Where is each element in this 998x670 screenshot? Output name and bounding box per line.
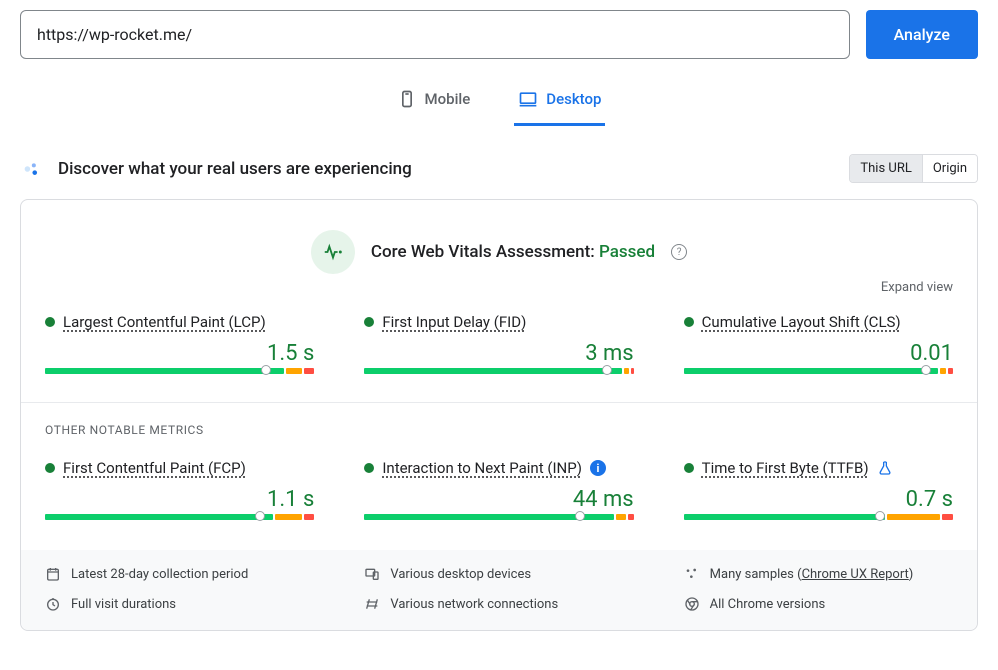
metric-inp-value: 44 ms — [364, 487, 633, 512]
clock-icon — [45, 596, 61, 612]
toggle-origin[interactable]: Origin — [922, 155, 977, 182]
tab-mobile[interactable]: Mobile — [393, 79, 475, 126]
status-dot-icon — [45, 317, 55, 327]
flask-icon[interactable] — [877, 460, 893, 476]
metric-ttfb: Time to First Byte (TTFB) 0.7 s — [684, 459, 953, 520]
metric-inp-name[interactable]: Interaction to Next Paint (INP) — [382, 459, 582, 477]
assessment-status: Passed — [599, 242, 655, 262]
metric-fid: First Input Delay (FID) 3 ms — [364, 313, 633, 374]
metric-fcp-name[interactable]: First Contentful Paint (FCP) — [63, 459, 246, 477]
footer-samples: Many samples (Chrome UX Report) — [684, 566, 953, 582]
footer-samples-prefix: Many samples ( — [710, 567, 802, 582]
footer-durations-text: Full visit durations — [71, 597, 176, 612]
footer-period: Latest 28-day collection period — [45, 566, 314, 582]
chrome-icon — [684, 596, 700, 612]
metric-cls: Cumulative Layout Shift (CLS) 0.01 — [684, 313, 953, 374]
metric-lcp-name[interactable]: Largest Contentful Paint (LCP) — [63, 313, 266, 331]
footer-period-text: Latest 28-day collection period — [71, 567, 248, 582]
metric-ttfb-bar — [684, 514, 953, 520]
other-metrics-label: Other Notable Metrics — [45, 423, 953, 437]
metric-fid-name[interactable]: First Input Delay (FID) — [382, 313, 526, 331]
scatter-icon — [684, 566, 700, 582]
status-dot-icon — [45, 463, 55, 473]
metric-fid-value: 3 ms — [364, 341, 633, 366]
status-dot-icon — [364, 317, 374, 327]
footer-samples-suffix: ) — [909, 567, 914, 582]
network-icon — [364, 596, 380, 612]
calendar-icon — [45, 566, 61, 582]
footer-chrome-text: All Chrome versions — [710, 597, 826, 612]
footer-network-text: Various network connections — [390, 597, 558, 612]
crux-icon — [20, 157, 44, 181]
pulse-icon — [311, 230, 355, 274]
assessment-text: Core Web Vitals Assessment: Passed — [371, 242, 655, 262]
url-input[interactable] — [20, 10, 850, 59]
desktop-icon — [518, 89, 538, 109]
metric-fid-bar — [364, 368, 633, 374]
assessment-label: Core Web Vitals Assessment: — [371, 242, 599, 262]
mobile-icon — [397, 89, 417, 109]
status-dot-icon — [684, 463, 694, 473]
devices-icon — [364, 566, 380, 582]
device-tabs: Mobile Desktop — [20, 79, 978, 126]
footer-devices-text: Various desktop devices — [390, 567, 531, 582]
footer-network: Various network connections — [364, 596, 633, 612]
expand-view-link[interactable]: Expand view — [45, 280, 953, 295]
metric-fcp-bar — [45, 514, 314, 520]
toggle-this-url[interactable]: This URL — [850, 155, 921, 182]
metric-cls-name[interactable]: Cumulative Layout Shift (CLS) — [702, 313, 901, 331]
footer-devices: Various desktop devices — [364, 566, 633, 582]
status-dot-icon — [364, 463, 374, 473]
analyze-button[interactable]: Analyze — [866, 10, 978, 59]
info-icon[interactable]: i — [590, 460, 606, 476]
metric-lcp-value: 1.5 s — [45, 341, 314, 366]
metric-inp: Interaction to Next Paint (INP) i 44 ms — [364, 459, 633, 520]
footer-durations: Full visit durations — [45, 596, 314, 612]
metric-cls-value: 0.01 — [684, 341, 953, 366]
metric-fcp-value: 1.1 s — [45, 487, 314, 512]
footer-chrome: All Chrome versions — [684, 596, 953, 612]
metric-ttfb-name[interactable]: Time to First Byte (TTFB) — [702, 459, 869, 477]
metric-lcp-bar — [45, 368, 314, 374]
tab-desktop[interactable]: Desktop — [514, 79, 605, 126]
status-dot-icon — [684, 317, 694, 327]
scope-toggle: This URL Origin — [849, 154, 978, 183]
metadata-footer: Latest 28-day collection period Various … — [21, 550, 977, 630]
tab-mobile-label: Mobile — [425, 90, 471, 108]
metric-ttfb-value: 0.7 s — [684, 487, 953, 512]
page-title: Discover what your real users are experi… — [58, 159, 412, 179]
tab-desktop-label: Desktop — [546, 90, 601, 108]
metric-inp-bar — [364, 514, 633, 520]
help-icon[interactable]: ? — [671, 244, 687, 260]
metric-lcp: Largest Contentful Paint (LCP) 1.5 s — [45, 313, 314, 374]
metric-fcp: First Contentful Paint (FCP) 1.1 s — [45, 459, 314, 520]
metric-cls-bar — [684, 368, 953, 374]
chrome-ux-report-link[interactable]: Chrome UX Report — [802, 567, 909, 582]
vitals-card: Core Web Vitals Assessment: Passed ? Exp… — [20, 199, 978, 631]
